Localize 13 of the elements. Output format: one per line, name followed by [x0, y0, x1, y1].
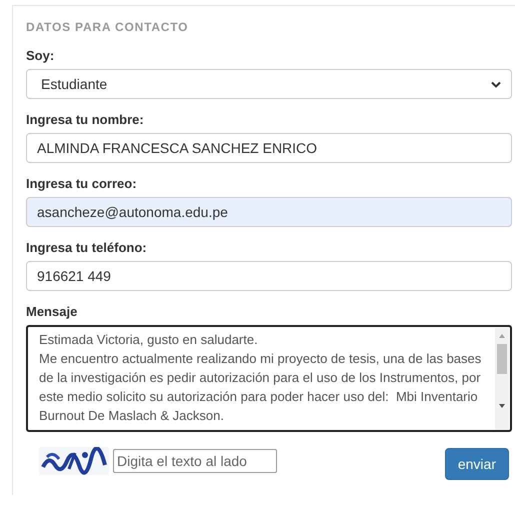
field-label: Ingresa tu nombre:: [26, 112, 145, 127]
input-field[interactable]: ALMINDA FRANCESCA SANCHEZ ENRICO: [26, 133, 512, 163]
field-label: Mensaje: [26, 304, 78, 319]
section-title: DATOS PARA CONTACTO: [26, 20, 190, 34]
field-label: Ingresa tu teléfono:: [26, 240, 148, 255]
field-label: Ingresa tu correo:: [26, 176, 138, 191]
input-field[interactable]: 916621 449: [26, 261, 512, 291]
send-button[interactable]: enviar: [444, 448, 509, 480]
captcha-field[interactable]: Digita el texto al lado: [113, 449, 277, 473]
field-label: Soy:: [26, 48, 56, 63]
message-field[interactable]: Estimada Victoria, gusto en saludarte. Me encuentro actualmente realizando mi proyecto de tesis, una de las bases de la investigación es pedir autorización para el uso de los Instrumentos, por este medio solicito su autorización para poder hacer uso del: Mbi Inventario Burnout De Maslach & Jackson.: [26, 325, 512, 432]
select-field[interactable]: Estudiante: [26, 69, 512, 99]
input-field[interactable]: asancheze@autonoma.edu.pe: [26, 197, 512, 227]
